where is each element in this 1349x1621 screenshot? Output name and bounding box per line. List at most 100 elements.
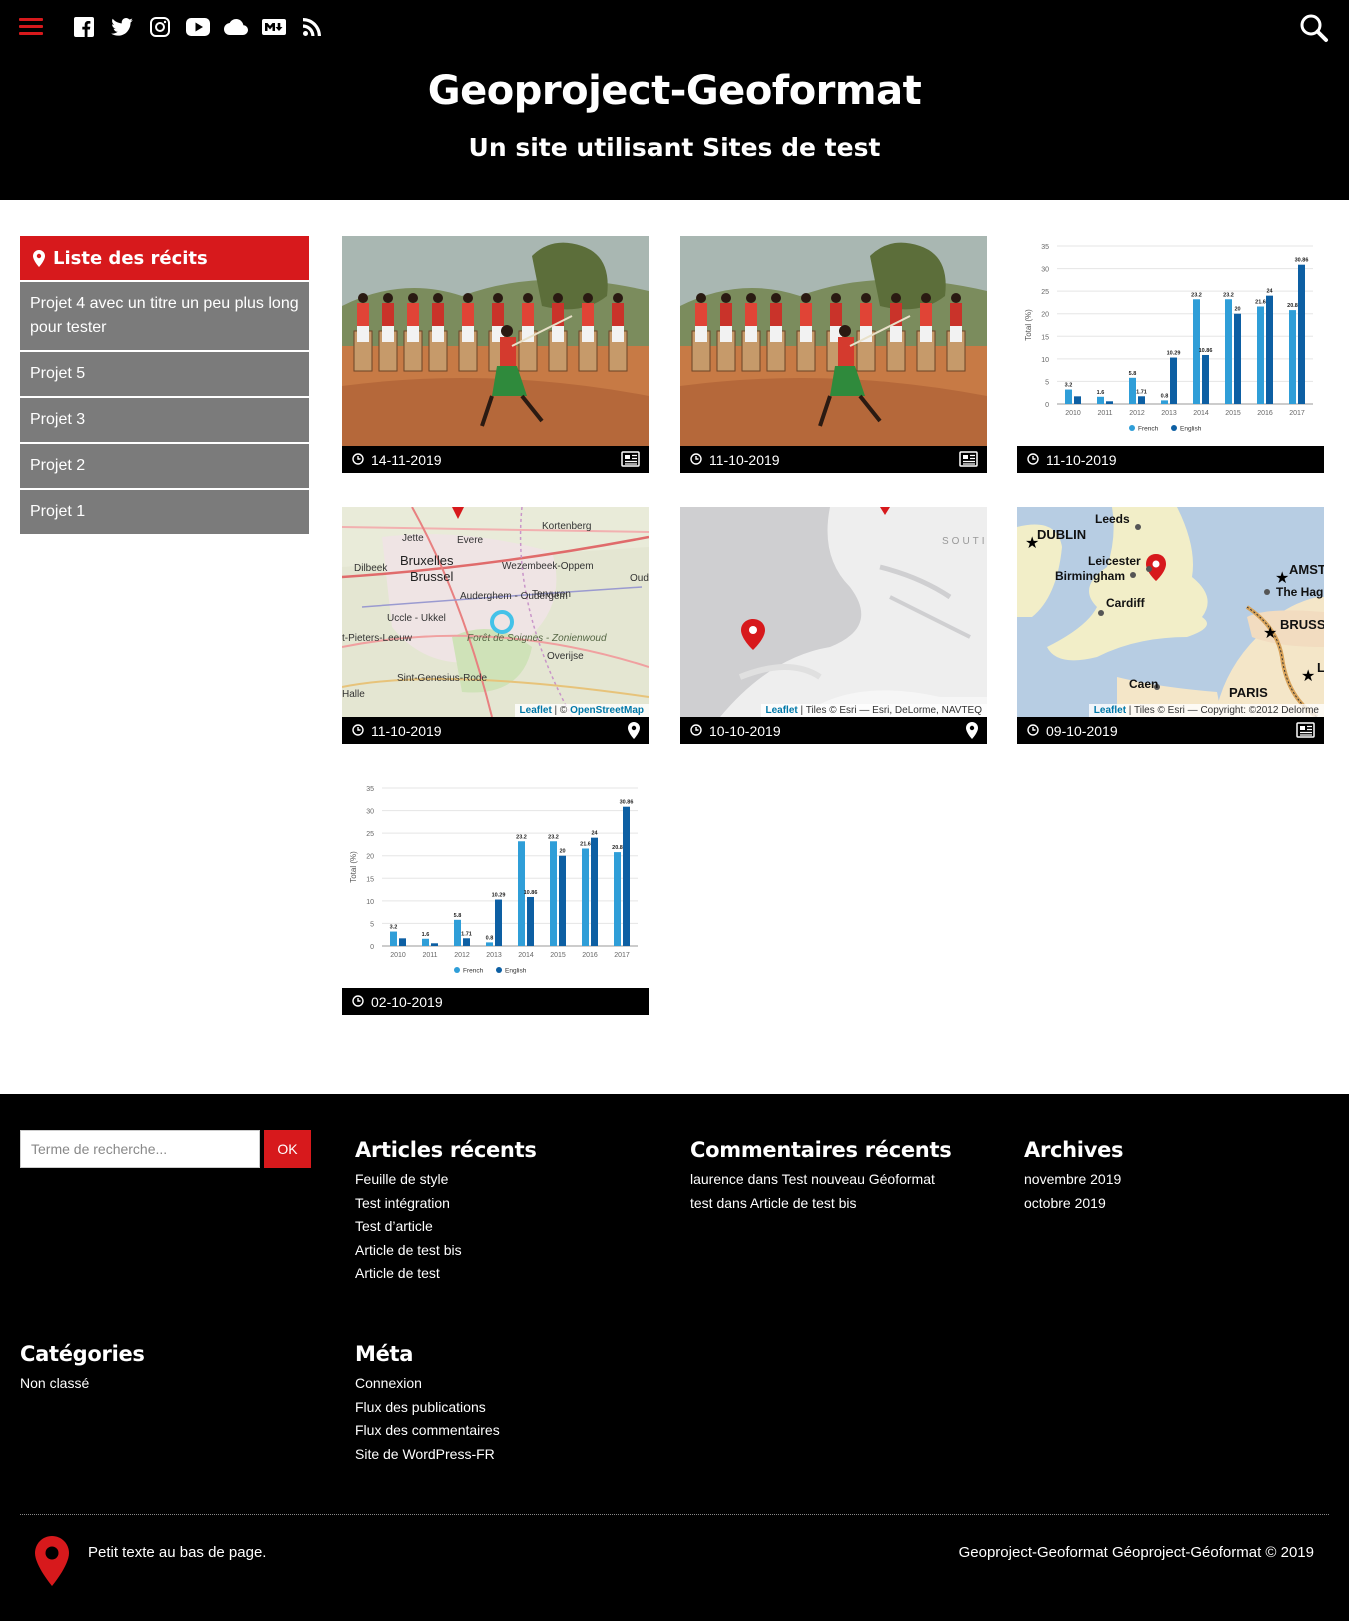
- site-subtitle: Un site utilisant Sites de test: [468, 133, 881, 162]
- card-footer: 10-10-2019: [680, 717, 987, 744]
- legend-marker: [1129, 425, 1135, 431]
- y-axis-label: Total (%): [349, 851, 358, 883]
- svg-text:★: ★: [1301, 668, 1315, 685]
- x-tick-label: 2016: [1257, 410, 1273, 417]
- x-tick-label: 2012: [1129, 410, 1145, 417]
- map-label: AMST: [1289, 562, 1324, 577]
- story-card[interactable]: 14-11-2019: [342, 236, 649, 473]
- widget-title: Méta: [355, 1342, 414, 1366]
- widget-title: Commentaires récents: [690, 1138, 952, 1162]
- card-footer: 02-10-2019: [342, 988, 649, 1015]
- cloud-icon[interactable]: [224, 15, 248, 39]
- data-label: 0.8: [1161, 393, 1169, 399]
- youtube-icon[interactable]: [186, 15, 210, 39]
- drummers-photo[interactable]: [342, 236, 649, 446]
- story-item-projet-4[interactable]: Projet 4 avec un titre un peu plus long …: [20, 282, 309, 350]
- bar: [1289, 310, 1296, 404]
- y-tick-label: 25: [366, 831, 374, 838]
- hamburger-menu-icon[interactable]: [19, 18, 43, 36]
- twitter-icon[interactable]: [110, 15, 134, 39]
- article-link[interactable]: Article de test: [355, 1262, 537, 1286]
- map-label: Evere: [457, 535, 484, 546]
- map-label: PARIS: [1229, 685, 1268, 700]
- data-label: 24: [591, 831, 598, 837]
- bar-chart[interactable]: 0 5 10 15 20 25 30 35 Total (%) 2010 3.2 2011 1.6 201…: [1017, 236, 1324, 446]
- map-label: Leicester: [1088, 554, 1141, 568]
- legend-label: French: [463, 968, 484, 975]
- comment-link[interactable]: test dans Article de test bis: [690, 1192, 951, 1216]
- facebook-icon[interactable]: [72, 15, 96, 39]
- bar: [422, 938, 429, 946]
- meta-link[interactable]: Flux des commentaires: [355, 1419, 500, 1443]
- instagram-icon[interactable]: [148, 15, 172, 39]
- widget-title: Archives: [1024, 1138, 1124, 1162]
- map-label: Brussel: [410, 569, 453, 584]
- markdown-icon[interactable]: [262, 15, 286, 39]
- meta-link[interactable]: Site de WordPress-FR: [355, 1443, 500, 1467]
- story-item-projet-1[interactable]: Projet 1: [20, 490, 309, 534]
- rss-icon[interactable]: [300, 15, 324, 39]
- story-item-projet-3[interactable]: Projet 3: [20, 398, 309, 442]
- bar: [454, 919, 461, 946]
- leaflet-link[interactable]: Leaflet: [766, 705, 798, 716]
- card-date: 11-10-2019: [1046, 451, 1117, 468]
- archive-link[interactable]: novembre 2019: [1024, 1168, 1123, 1192]
- top-bar: [0, 0, 1349, 56]
- archive-link[interactable]: octobre 2019: [1024, 1192, 1123, 1216]
- clock-icon: [352, 994, 364, 1010]
- osm-link[interactable]: OpenStreetMap: [570, 705, 644, 716]
- meta-widget: Méta Connexion Flux des publications Flu…: [355, 1342, 500, 1466]
- bar-chart[interactable]: 0 5 10 15 20 25 30 35 Total (%) 2010 3.2 2011 1.6 201…: [342, 778, 649, 988]
- clock-icon: [1027, 723, 1039, 739]
- x-tick-label: 2017: [1289, 410, 1305, 417]
- x-tick-label: 2017: [614, 952, 630, 959]
- story-card[interactable]: 0 5 10 15 20 25 30 35 Total (%) 2010 3.2 2011 1.6 201…: [1017, 236, 1324, 473]
- map-label: The Hagu: [1276, 585, 1324, 599]
- bar: [1138, 396, 1145, 404]
- comment-link[interactable]: laurence dans Test nouveau Géoformat: [690, 1168, 951, 1192]
- article-link[interactable]: Test d’article: [355, 1215, 537, 1239]
- data-label: 20.8: [1287, 303, 1298, 309]
- map-label: Uccle - Ukkel: [387, 613, 446, 624]
- y-tick-label: 30: [366, 809, 374, 816]
- leaflet-link[interactable]: Leaflet: [520, 705, 552, 716]
- bar-chart-svg: 05101520253035Total (%)20103.220111.6201…: [349, 786, 638, 975]
- site-title[interactable]: Geoproject-Geoformat: [0, 71, 1349, 111]
- search-input[interactable]: [20, 1130, 260, 1168]
- story-card[interactable]: SOUTI Leaflet | Tiles © Esri — Esri, DeL…: [680, 507, 987, 744]
- data-label: 5.8: [1129, 371, 1137, 377]
- map-label: Kortenberg: [542, 521, 591, 532]
- bar: [1129, 377, 1136, 404]
- map-coast[interactable]: SOUTI Leaflet | Tiles © Esri — Esri, DeL…: [680, 507, 987, 717]
- meta-link[interactable]: Flux des publications: [355, 1396, 500, 1420]
- search-submit-button[interactable]: OK: [264, 1130, 311, 1168]
- bar: [559, 855, 566, 946]
- bar: [1298, 264, 1305, 404]
- story-card[interactable]: 11-10-2019: [680, 236, 987, 473]
- category-link[interactable]: Non classé: [20, 1372, 145, 1396]
- story-card[interactable]: 0 5 10 15 20 25 30 35 Total (%) 2010 3.2 2011 1.6 201…: [342, 778, 649, 1015]
- meta-link[interactable]: Connexion: [355, 1372, 500, 1396]
- drummers-photo[interactable]: [680, 236, 987, 446]
- y-tick-label: 0: [1045, 402, 1049, 409]
- data-label: 0.8: [486, 935, 494, 941]
- y-axis-label: Total (%): [1024, 309, 1033, 341]
- y-tick-label: 35: [1041, 244, 1049, 251]
- map-brussels[interactable]: Kortenberg Jette Evere Bruxelles Brussel…: [342, 507, 649, 717]
- article-link[interactable]: Article de test bis: [355, 1239, 537, 1263]
- article-link[interactable]: Test intégration: [355, 1192, 537, 1216]
- story-item-projet-5[interactable]: Projet 5: [20, 352, 309, 396]
- story-item-projet-2[interactable]: Projet 2: [20, 444, 309, 488]
- map-label: Jette: [402, 533, 424, 544]
- x-tick-label: 2010: [1065, 410, 1081, 417]
- story-card[interactable]: Kortenberg Jette Evere Bruxelles Brussel…: [342, 507, 649, 744]
- map-attribution: Leaflet | © OpenStreetMap: [514, 704, 649, 717]
- article-link[interactable]: Feuille de style: [355, 1168, 537, 1192]
- map-uk[interactable]: ★ ★ ★ ★ Leeds DUBLIN Leicester Birmingham A…: [1017, 507, 1324, 717]
- leaflet-link[interactable]: Leaflet: [1094, 705, 1126, 716]
- y-tick-label: 25: [1041, 289, 1049, 296]
- bar: [1266, 295, 1273, 404]
- newspaper-icon: [959, 451, 978, 470]
- story-card[interactable]: ★ ★ ★ ★ Leeds DUBLIN Leicester Birmingham A…: [1017, 507, 1324, 744]
- search-icon[interactable]: [1299, 13, 1329, 43]
